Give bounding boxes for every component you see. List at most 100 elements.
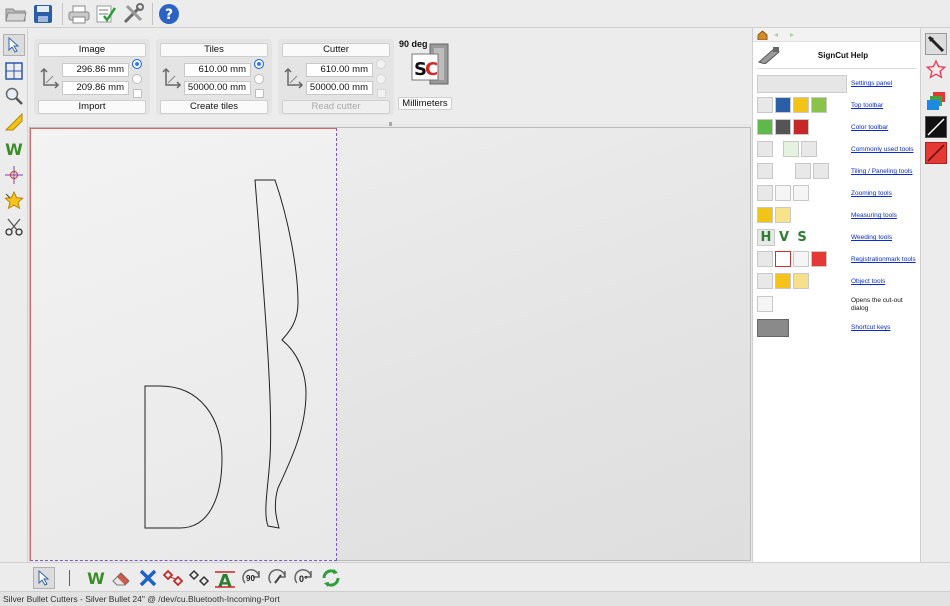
red-diamonds-icon[interactable] [163, 567, 185, 589]
read-cutter-button[interactable]: Read cutter [282, 100, 390, 114]
cut-shapes[interactable] [30, 128, 750, 560]
color-layers-icon[interactable] [925, 90, 947, 112]
weed-icon[interactable]: W [85, 567, 107, 589]
image-lock-checkbox[interactable] [133, 89, 142, 98]
tiles-button[interactable]: Tiles [160, 43, 268, 57]
tiles-source-radio-alt[interactable] [254, 74, 264, 84]
star-small-icon [793, 273, 809, 289]
weed-h-letter: H [757, 229, 775, 246]
save-icon[interactable] [31, 2, 55, 26]
panel-splitter-handle[interactable] [389, 122, 392, 126]
measure-icon[interactable] [3, 111, 25, 133]
selection-rectangle-icon[interactable] [3, 60, 25, 82]
image-source-radio-alt[interactable] [132, 74, 142, 84]
black-stroke-icon[interactable] [925, 116, 947, 138]
print-icon[interactable] [67, 2, 91, 26]
help-row-common-tools[interactable]: Commonly used tools [757, 141, 919, 161]
nav-arrows-icon[interactable] [773, 32, 795, 38]
tiles-source-radio[interactable] [254, 59, 264, 69]
weed-icon[interactable]: W [3, 138, 25, 160]
units-button[interactable]: Millimeters [398, 97, 452, 110]
help-row-zooming-tools[interactable]: Zooming tools [757, 185, 919, 205]
svg-text:W: W [87, 569, 105, 587]
help-row-weeding-tools[interactable]: HVS Weeding tools [757, 229, 919, 249]
help-link-weeding-tools[interactable]: Weeding tools [851, 234, 892, 241]
help-link-object-tools[interactable]: Object tools [851, 278, 885, 285]
open-folder-icon[interactable] [4, 2, 28, 26]
help-link-top-toolbar[interactable]: Top toolbar [851, 102, 883, 109]
design-canvas[interactable] [29, 127, 751, 561]
help-row-shortcut-keys[interactable]: Shortcut keys [757, 319, 919, 339]
diamond-pair-icon [793, 251, 809, 267]
create-tiles-button[interactable]: Create tiles [160, 100, 268, 114]
delete-x-icon[interactable] [137, 567, 159, 589]
cutout-scissors-icon[interactable] [3, 216, 25, 238]
tiling-tools-thumbnail [757, 163, 831, 181]
black-diamonds-icon[interactable] [189, 567, 211, 589]
help-link-registrationmark-tools[interactable]: Registrationmark tools [851, 256, 916, 263]
registration-mark-icon[interactable] [3, 164, 25, 186]
text-a-icon[interactable]: A [214, 567, 236, 589]
red-stroke-icon[interactable] [925, 142, 947, 164]
weed-v-letter: V [778, 230, 790, 245]
image-height-field[interactable]: 209.86 mm [62, 81, 129, 95]
tools-icon[interactable] [121, 2, 145, 26]
help-link-shortcut-keys[interactable]: Shortcut keys [851, 324, 890, 331]
help-row-measuring-tools[interactable]: Measuring tools [757, 207, 919, 227]
rotate-90-icon[interactable]: 90 [241, 567, 263, 589]
refresh-icon[interactable] [320, 567, 342, 589]
cut-shape-curved-stem [254, 179, 307, 529]
dimension-axes-icon [40, 67, 60, 89]
cutter-lock-checkbox[interactable] [377, 89, 386, 98]
color-picker-icon[interactable] [925, 33, 947, 55]
color-layers-icon [757, 119, 773, 135]
help-row-object-tools[interactable]: Object tools [757, 273, 919, 293]
settings-panel-thumbnail [757, 75, 847, 93]
help-row-top-toolbar[interactable]: Top toolbar [757, 97, 919, 117]
help-link-color-toolbar[interactable]: Color toolbar [851, 124, 888, 131]
help-icon[interactable]: ? [157, 2, 181, 26]
image-source-radio[interactable] [132, 59, 142, 69]
help-row-tiling-tools[interactable]: Tiling / Paneling tools [757, 163, 919, 183]
import-button[interactable]: Import [38, 100, 146, 114]
tiles-width-field[interactable]: 610.00 mm [184, 63, 251, 77]
help-link-tiling-tools[interactable]: Tiling / Paneling tools [851, 168, 913, 175]
eraser-icon [801, 141, 817, 157]
cutter-source-radio-alt[interactable] [376, 74, 386, 84]
zoom-icon[interactable] [3, 85, 25, 107]
help-link-settings-panel[interactable]: Settings panel [851, 80, 892, 87]
help-divider [757, 68, 917, 69]
cutter-source-radio[interactable] [376, 59, 386, 69]
red-color-icon [793, 119, 809, 135]
zoom-icon [757, 185, 773, 201]
cutter-button[interactable]: Cutter [282, 43, 390, 57]
image-width-field[interactable]: 296.86 mm [62, 63, 129, 77]
tiles-lock-checkbox[interactable] [255, 89, 264, 98]
tiles-height-field[interactable]: 50000.00 mm [184, 81, 251, 95]
help-link-zooming-tools[interactable]: Zooming tools [851, 190, 892, 197]
help-title: SignCut Help [817, 51, 869, 60]
star-outline-icon[interactable] [925, 59, 947, 81]
cutout-scissors-icon [757, 296, 773, 312]
image-button[interactable]: Image [38, 43, 146, 57]
help-link-measuring-tools[interactable]: Measuring tools [851, 212, 897, 219]
cut-shape-half-circle [144, 385, 223, 529]
checklist-icon[interactable] [94, 2, 118, 26]
signcut-logo-icon[interactable]: S C [410, 42, 452, 86]
home-icon[interactable] [757, 30, 768, 40]
pointer-icon[interactable] [33, 567, 55, 589]
help-link-common-tools[interactable]: Commonly used tools [851, 146, 914, 153]
pencil-icon [793, 97, 809, 113]
help-row-registrationmark-tools[interactable]: Registrationmark tools [757, 251, 919, 271]
object-star-icon[interactable] [3, 190, 25, 212]
eraser-icon[interactable] [110, 567, 132, 589]
black-color-icon [775, 119, 791, 135]
help-row-settings-panel[interactable]: Settings panel [757, 75, 919, 95]
rotate-0-icon[interactable]: 0° [293, 567, 315, 589]
help-row-color-toolbar[interactable]: Color toolbar [757, 119, 919, 139]
rotate-free-icon[interactable] [267, 567, 289, 589]
cutter-width-field[interactable]: 610.00 mm [306, 63, 373, 77]
pointer-icon[interactable] [3, 34, 25, 56]
grid-tile-icon [813, 163, 829, 179]
cutter-height-field[interactable]: 50000.00 mm [306, 81, 373, 95]
